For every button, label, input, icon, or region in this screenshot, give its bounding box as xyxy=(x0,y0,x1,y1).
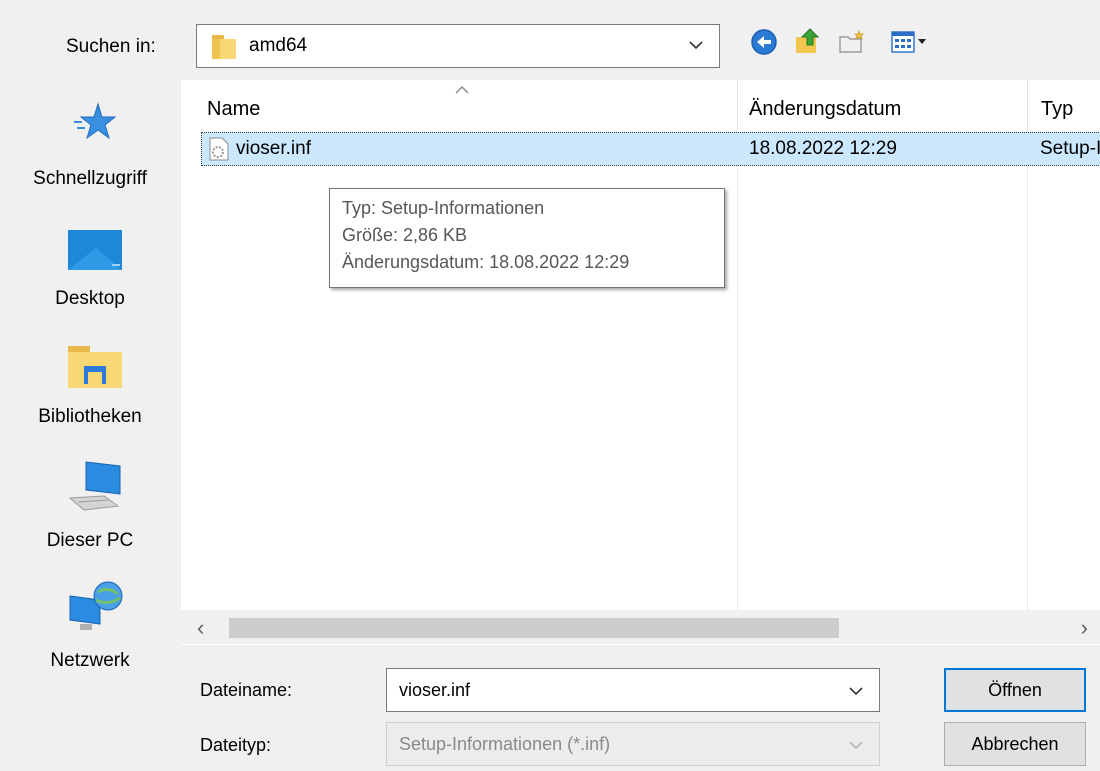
place-label: Schnellzugriff xyxy=(33,168,147,189)
scroll-right-icon[interactable]: › xyxy=(1081,615,1088,641)
column-header-type[interactable]: Typ xyxy=(1041,98,1073,121)
scroll-left-icon[interactable]: ‹ xyxy=(197,615,204,641)
lookin-label: Suchen in: xyxy=(66,36,156,57)
file-list[interactable]: Name Änderungsdatum Typ vioser.inf 18.08… xyxy=(181,80,1100,645)
up-folder-icon xyxy=(793,27,823,62)
tooltip-date: Änderungsdatum: 18.08.2022 12:29 xyxy=(342,252,630,272)
column-header-name[interactable]: Name xyxy=(207,98,260,121)
new-folder-icon xyxy=(837,28,867,61)
filename-label: Dateiname: xyxy=(200,680,293,700)
column-separator[interactable] xyxy=(1027,80,1028,136)
horizontal-scrollbar[interactable]: ‹ › xyxy=(181,610,1100,644)
column-gridline xyxy=(737,136,738,610)
file-info-tooltip: Typ: Setup-Informationen Größe: 2,86 KB … xyxy=(329,188,725,288)
back-button[interactable] xyxy=(744,22,784,66)
filetype-value: Setup-Informationen (*.inf) xyxy=(399,734,611,754)
place-desktop[interactable]: Desktop xyxy=(0,200,180,318)
lookin-value: amd64 xyxy=(249,35,308,56)
lookin-combobox[interactable]: amd64 xyxy=(196,24,720,68)
file-type: Setup-Informationen xyxy=(1040,138,1100,159)
computer-icon xyxy=(64,460,126,520)
back-arrow-icon xyxy=(750,28,778,61)
sort-ascending-icon xyxy=(454,82,470,100)
scrollbar-thumb[interactable] xyxy=(229,618,839,638)
file-row[interactable]: vioser.inf 18.08.2022 12:29 Setup-Inform… xyxy=(201,132,1100,166)
place-label: Bibliotheken xyxy=(38,406,142,427)
new-folder-button[interactable] xyxy=(832,22,872,66)
place-label: Dieser PC xyxy=(46,530,134,551)
filename-input[interactable]: vioser.inf xyxy=(386,668,880,712)
cancel-button[interactable]: Abbrechen xyxy=(944,722,1086,766)
tooltip-type: Typ: Setup-Informationen xyxy=(342,198,545,218)
folder-icon xyxy=(211,33,237,66)
desktop-icon xyxy=(66,228,124,278)
place-label: Netzwerk xyxy=(50,650,130,671)
view-menu-button[interactable] xyxy=(884,22,936,66)
place-quick-access[interactable]: Schnellzugriff xyxy=(0,80,180,200)
chevron-down-icon[interactable] xyxy=(847,735,865,760)
file-name: vioser.inf xyxy=(236,138,311,159)
place-network[interactable]: Netzwerk xyxy=(0,556,180,676)
filetype-select[interactable]: Setup-Informationen (*.inf) xyxy=(386,722,880,766)
filename-value: vioser.inf xyxy=(399,680,471,700)
column-gridline xyxy=(1027,136,1028,610)
libraries-icon xyxy=(66,344,124,396)
chevron-down-icon[interactable] xyxy=(687,35,705,60)
up-folder-button[interactable] xyxy=(788,22,828,66)
filetype-label: Dateityp: xyxy=(200,735,272,755)
chevron-down-icon[interactable] xyxy=(847,681,865,706)
open-button[interactable]: Öffnen xyxy=(944,668,1086,712)
view-grid-icon xyxy=(890,29,930,60)
places-bar: Schnellzugriff Desktop Bibliotheken Dies… xyxy=(0,80,180,700)
network-icon xyxy=(64,578,126,640)
tooltip-size: Größe: 2,86 KB xyxy=(342,225,468,245)
place-this-pc[interactable]: Dieser PC xyxy=(0,436,180,556)
place-libraries[interactable]: Bibliotheken xyxy=(0,318,180,436)
place-label: Desktop xyxy=(55,288,125,309)
file-date: 18.08.2022 12:29 xyxy=(749,138,897,159)
column-header-date[interactable]: Änderungsdatum xyxy=(749,98,901,121)
inf-file-icon xyxy=(208,137,230,166)
column-separator[interactable] xyxy=(737,80,738,136)
star-icon xyxy=(72,102,117,150)
